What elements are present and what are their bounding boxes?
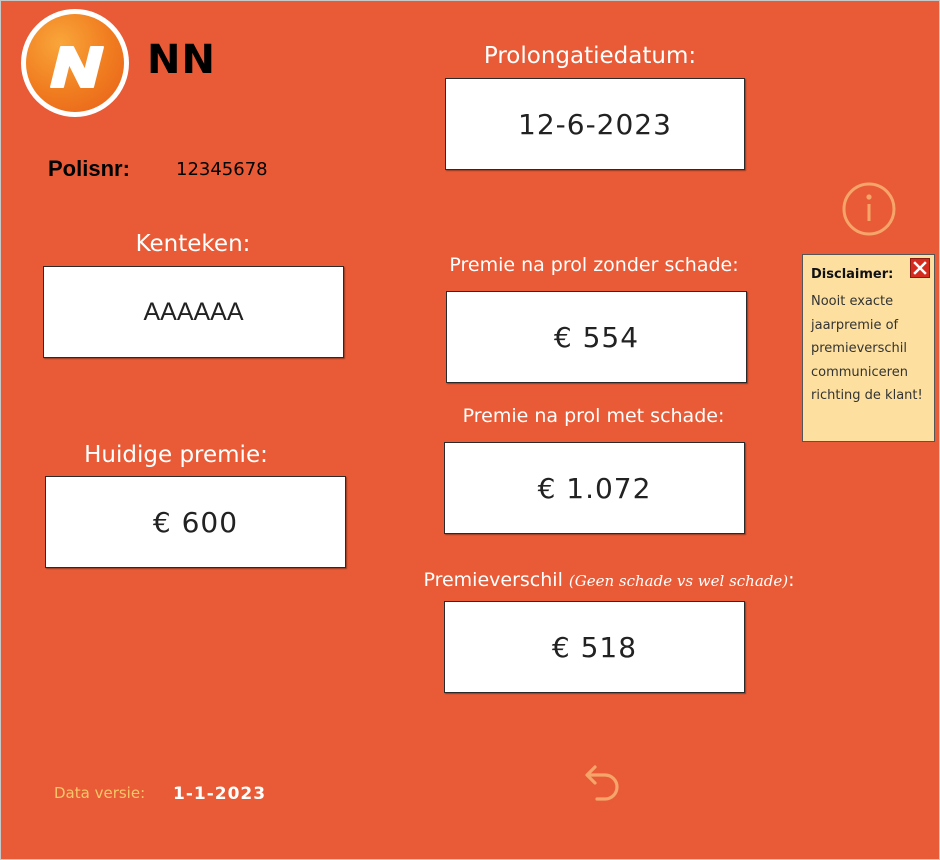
current-premium-label: Huidige premie:	[84, 442, 268, 468]
policy-number-value: 12345678	[176, 159, 268, 180]
nn-logo-icon	[21, 9, 129, 117]
premium-difference-label-main: Premieverschil	[423, 569, 569, 591]
premium-no-damage-field[interactable]: € 554	[446, 291, 747, 383]
renewal-date-value: 12-6-2023	[518, 107, 672, 141]
data-version-label: Data versie:	[54, 784, 146, 802]
close-x-icon[interactable]	[910, 258, 930, 278]
premium-difference-value: € 518	[551, 630, 638, 664]
brand-name: NN	[147, 37, 216, 83]
policy-number-label: Polisnr:	[48, 156, 130, 181]
current-premium-value: € 600	[152, 505, 239, 539]
app-canvas: NN Polisnr: 12345678 Kenteken: AAAAAA Hu…	[0, 0, 940, 860]
info-circle-icon[interactable]	[841, 181, 897, 237]
disclaimer-text: Nooit exacte jaarpremie of premieverschi…	[811, 294, 923, 404]
premium-difference-label: Premieverschil (Geen schade vs wel schad…	[421, 569, 797, 591]
premium-with-damage-label: Premie na prol met schade:	[462, 405, 725, 427]
current-premium-field[interactable]: € 600	[45, 476, 346, 568]
undo-arrow-icon[interactable]	[575, 759, 623, 807]
premium-with-damage-field[interactable]: € 1.072	[444, 442, 745, 534]
premium-no-damage-label: Premie na prol zonder schade:	[449, 254, 739, 276]
disclaimer-title: Disclaimer:	[811, 267, 894, 282]
renewal-date-label: Prolongatiedatum:	[483, 43, 697, 69]
premium-with-damage-value: € 1.072	[537, 471, 652, 505]
premium-difference-label-note: (Geen schade vs wel schade)	[568, 572, 789, 590]
data-version-value: 1-1-2023	[173, 784, 267, 804]
license-plate-field[interactable]: AAAAAA	[43, 266, 344, 358]
renewal-date-field[interactable]: 12-6-2023	[445, 78, 745, 170]
license-plate-label: Kenteken:	[135, 231, 251, 257]
premium-difference-label-suffix: :	[788, 569, 795, 591]
disclaimer-panel: Disclaimer: Nooit exacte jaarpremie of p…	[802, 254, 935, 442]
license-plate-value: AAAAAA	[143, 297, 244, 326]
premium-difference-field[interactable]: € 518	[444, 601, 745, 693]
premium-no-damage-value: € 554	[553, 320, 640, 354]
